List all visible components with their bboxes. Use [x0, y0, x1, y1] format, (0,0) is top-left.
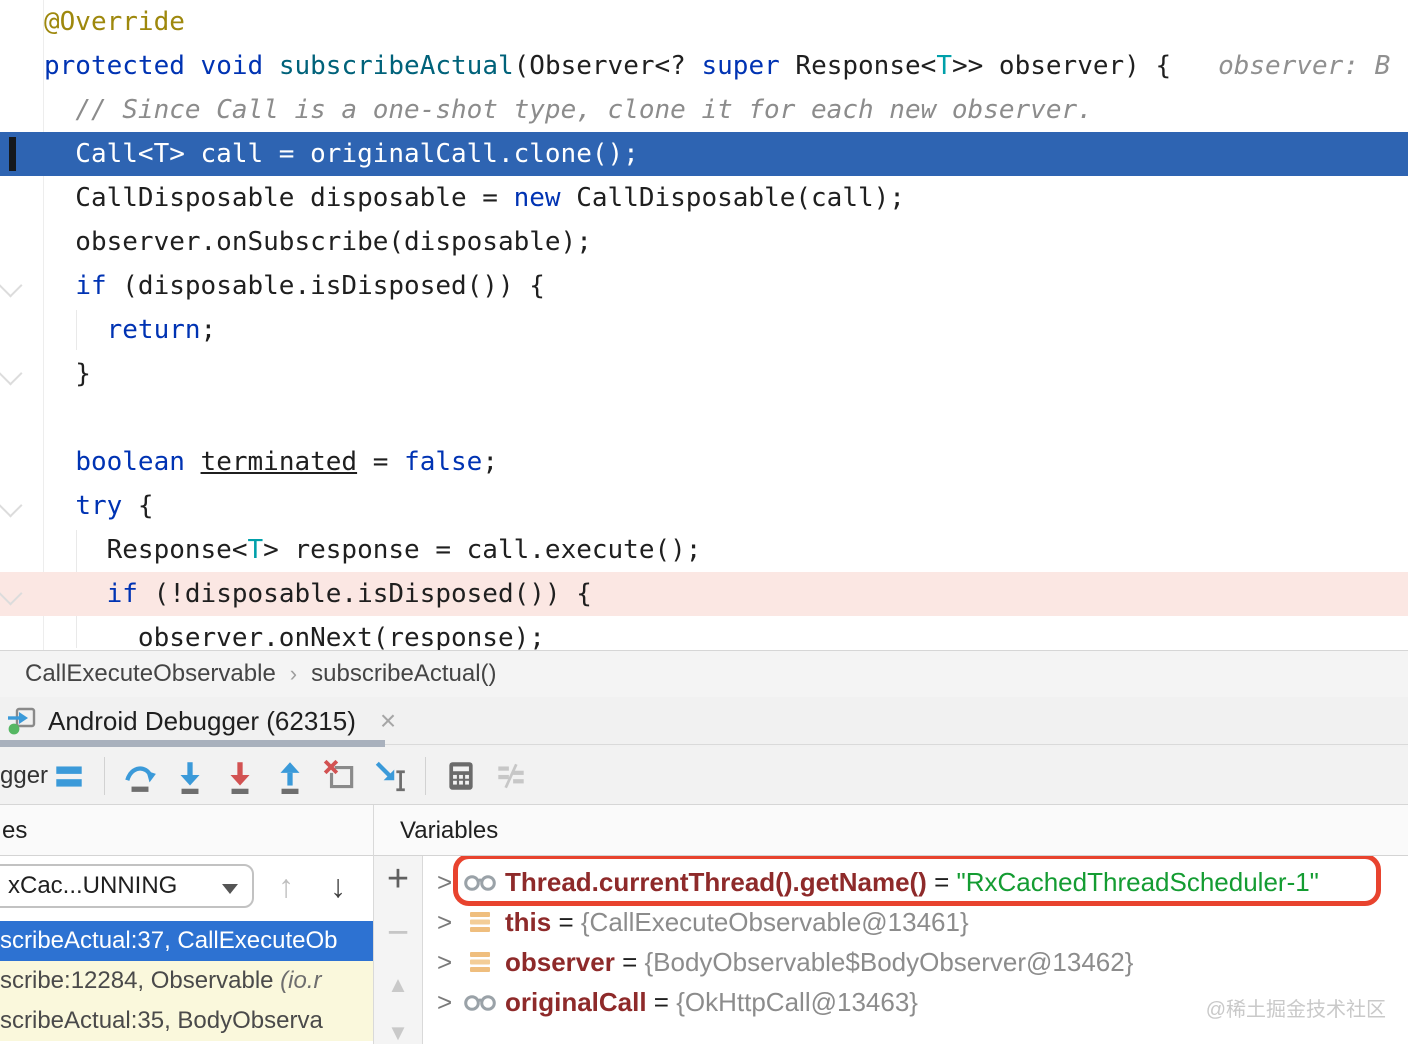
debug-panel-headers: es Variables	[0, 805, 1408, 856]
watch-expression-text: Thread.currentThread().getName() = "RxCa…	[505, 866, 1319, 897]
panel-divider[interactable]	[373, 805, 374, 856]
breadcrumb-class[interactable]: CallExecuteObservable	[25, 660, 276, 688]
code-line[interactable]: observer.onSubscribe(disposable);	[0, 220, 1408, 264]
debugger-label-partial: gger	[0, 761, 49, 789]
field-icon	[470, 952, 490, 972]
remove-watch-button[interactable]: −	[374, 912, 422, 955]
code-line-execution-point[interactable]: Call<T> call = originalCall.clone();	[0, 132, 1408, 176]
code-line[interactable]: }	[0, 352, 1408, 396]
variable-text: this = {CallExecuteObservable@13461}	[505, 906, 969, 937]
move-watch-down-button[interactable]: ▼	[374, 1020, 422, 1044]
drop-frame-icon	[323, 759, 354, 788]
run-to-cursor-button[interactable]	[372, 758, 408, 794]
variables-header: Variables	[400, 817, 499, 844]
layout-settings-icon	[498, 763, 524, 788]
toolbar-separator	[104, 756, 105, 795]
code-line[interactable]: if (disposable.isDisposed()) {	[0, 264, 1408, 308]
code-line-breakpoint[interactable]: if (!disposable.isDisposed()) {	[0, 572, 1408, 616]
expand-chevron-icon[interactable]: >	[437, 867, 463, 898]
toolbar-separator	[425, 756, 426, 795]
watches-toolbar: + − ▲ ▼	[374, 856, 423, 1044]
previous-frame-button[interactable]: ↑	[278, 866, 294, 906]
frames-view-button[interactable]	[51, 758, 87, 794]
step-out-button[interactable]	[272, 758, 308, 794]
variable-row-observer[interactable]: > observer = {BodyObservable$BodyObserve…	[423, 942, 1408, 982]
watermark: @稀土掘金技术社区	[1205, 999, 1386, 1021]
variable-row-this[interactable]: > this = {CallExecuteObservable@13461}	[423, 902, 1408, 942]
tab-close-icon[interactable]: ×	[380, 707, 396, 735]
layout-settings-button[interactable]	[493, 758, 529, 794]
field-icon	[470, 912, 490, 932]
force-step-into-icon	[230, 761, 250, 794]
code-line[interactable]: CallDisposable disposable = new CallDisp…	[0, 176, 1408, 220]
frames-view-icon	[56, 765, 82, 787]
next-frame-button[interactable]: ↓	[330, 866, 346, 906]
tab-label: Android Debugger (62315)	[48, 705, 356, 736]
tab-android-debugger[interactable]: Android Debugger (62315) ×	[6, 701, 396, 741]
code-line[interactable]: protected void subscribeActual(Observer<…	[0, 44, 1408, 88]
code-line[interactable]: Response<T> response = call.execute();	[0, 528, 1408, 572]
breadcrumb-method[interactable]: subscribeActual()	[311, 660, 496, 688]
watch-glasses-icon	[464, 875, 496, 891]
watch-row-thread-name[interactable]: > Thread.currentThread().getName() = "Rx…	[423, 862, 1408, 902]
evaluate-expression-icon	[449, 761, 473, 790]
stack-frame-selected[interactable]: scribeActual:37, CallExecuteOb	[0, 921, 373, 961]
code-line[interactable]: boolean terminated = false;	[0, 440, 1408, 484]
ide-debugger-screen: { "editor": { "lines": [ [{"t":"@Overrid…	[0, 0, 1408, 1044]
stack-frame[interactable]: scribeActual:35, BodyObserva	[0, 1001, 373, 1041]
expand-chevron-icon[interactable]: >	[437, 907, 463, 938]
expand-chevron-icon[interactable]: >	[437, 947, 463, 978]
thread-selector-value: xCac...UNNING	[8, 872, 178, 899]
thread-selector-dropdown[interactable]: xCac...UNNING	[0, 864, 254, 908]
move-watch-up-button[interactable]: ▲	[374, 972, 422, 998]
code-line[interactable]: @Override	[0, 0, 1408, 44]
stack-frame[interactable]: scribe:12284, Observable (io.r	[0, 961, 373, 1001]
step-over-icon	[125, 765, 156, 792]
code-editor[interactable]: @Override protected void subscribeActual…	[0, 0, 1408, 650]
code-line[interactable]: observer.onNext(response);	[0, 616, 1408, 650]
code-line[interactable]: return;	[0, 308, 1408, 352]
code-line[interactable]: // Since Call is a one-shot type, clone …	[0, 88, 1408, 132]
frames-panel: xCac...UNNING ↑ ↓ scribeActual:37, CallE…	[0, 856, 374, 1044]
active-tab-underline	[0, 740, 385, 747]
breadcrumb: CallExecuteObservable › subscribeActual(…	[0, 650, 1408, 697]
evaluate-expression-button[interactable]	[443, 758, 479, 794]
code-line[interactable]	[0, 396, 1408, 440]
watch-glasses-icon	[464, 995, 496, 1011]
expand-chevron-icon[interactable]: >	[437, 987, 463, 1018]
add-watch-button[interactable]: +	[374, 858, 422, 901]
variable-text: observer = {BodyObservable$BodyObserver@…	[505, 946, 1134, 977]
step-out-icon	[280, 761, 300, 794]
step-over-button[interactable]	[122, 758, 158, 794]
breadcrumb-separator-icon: ›	[289, 661, 298, 686]
code-line[interactable]: try {	[0, 484, 1408, 528]
drop-frame-button[interactable]	[322, 758, 358, 794]
debugger-toolbar: gger	[0, 747, 1408, 805]
force-step-into-button[interactable]	[222, 758, 258, 794]
step-into-icon	[180, 761, 200, 794]
debug-tab-bar: Android Debugger (62315) ×	[0, 697, 1408, 747]
step-into-button[interactable]	[172, 758, 208, 794]
variable-text: originalCall = {OkHttpCall@13463}	[505, 986, 918, 1017]
variables-panel: > Thread.currentThread().getName() = "Rx…	[423, 856, 1408, 1044]
frames-header-partial: es	[2, 817, 28, 844]
run-to-cursor-icon	[375, 761, 405, 791]
attach-debugger-icon	[8, 707, 36, 735]
dropdown-caret-icon	[222, 884, 238, 894]
